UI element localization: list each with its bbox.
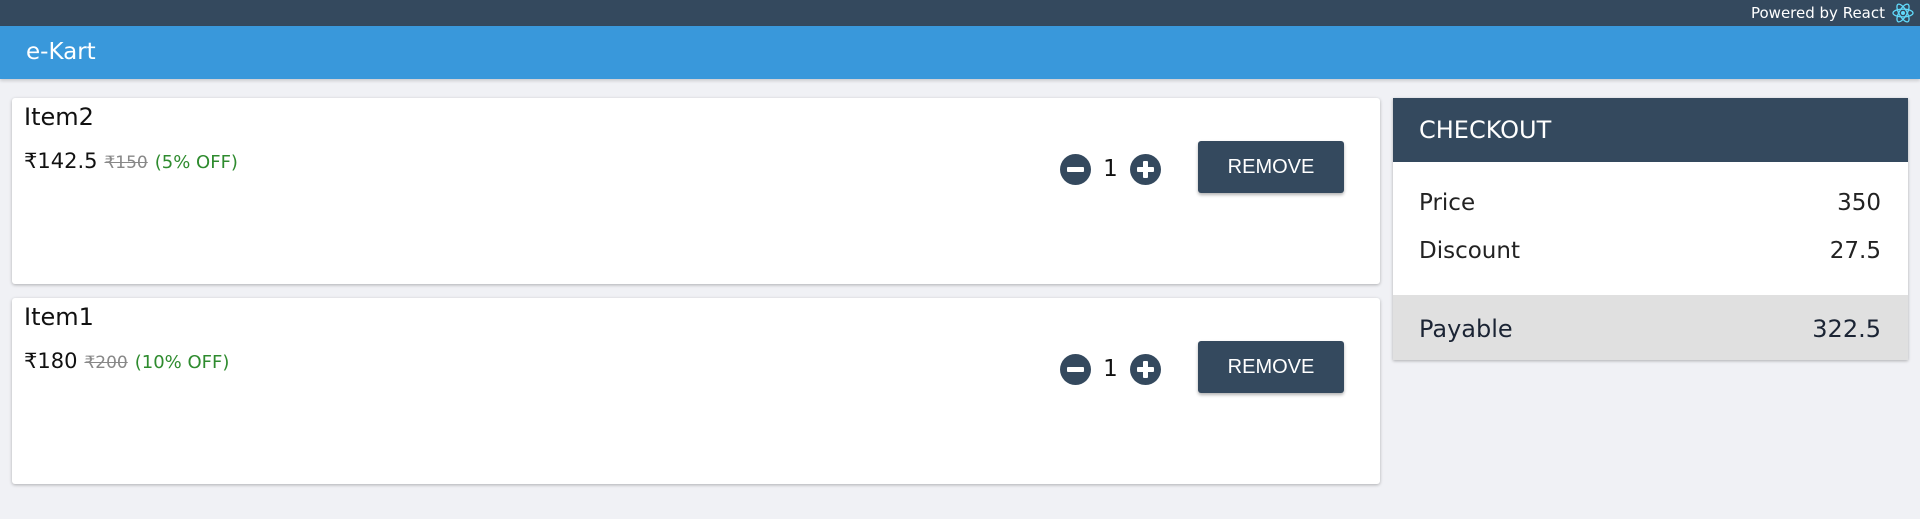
cart-item-card: Item2 ₹142.5 ₹150 (5% OFF) 1 REMOVE [12, 98, 1380, 284]
minus-icon [1067, 166, 1084, 172]
item-discount: (10% OFF) [134, 352, 230, 373]
minus-icon [1067, 366, 1084, 372]
item-discount: (5% OFF) [154, 152, 238, 173]
payable-section: Payable 322.5 [1393, 295, 1908, 360]
price-row: Price 350 [1419, 190, 1881, 216]
payable-label: Payable [1419, 315, 1513, 343]
remove-button[interactable]: REMOVE [1198, 341, 1344, 393]
quantity-stepper: 1 [1060, 153, 1161, 185]
powered-by: Powered by React [1751, 2, 1914, 24]
item-price: ₹142.5 [24, 149, 98, 173]
item-price: ₹180 [24, 349, 78, 373]
discount-label: Discount [1419, 238, 1520, 264]
app-header: e-Kart [0, 26, 1920, 79]
top-bar: Powered by React [0, 0, 1920, 26]
payable-row: Payable 322.5 [1419, 315, 1881, 343]
price-label: Price [1419, 190, 1476, 216]
react-icon [1892, 2, 1914, 24]
checkout-title: CHECKOUT [1393, 98, 1908, 162]
item-name: Item2 [24, 103, 94, 131]
price-value: 350 [1837, 190, 1881, 216]
decrease-quantity-button[interactable] [1060, 353, 1091, 385]
item-name: Item1 [24, 303, 94, 331]
brand-title[interactable]: e-Kart [26, 26, 96, 79]
quantity-stepper: 1 [1060, 353, 1161, 385]
price-line: ₹180 ₹200 (10% OFF) [24, 349, 229, 373]
increase-quantity-button[interactable] [1130, 353, 1161, 385]
item-original-price: ₹200 [84, 353, 128, 373]
quantity-value: 1 [1103, 156, 1118, 182]
cart-item-card: Item1 ₹180 ₹200 (10% OFF) 1 REMOVE [12, 298, 1380, 484]
checkout-panel: CHECKOUT Price 350 Discount 27.5 Payable… [1393, 98, 1908, 360]
decrease-quantity-button[interactable] [1060, 153, 1091, 185]
discount-value: 27.5 [1829, 238, 1881, 264]
payable-value: 322.5 [1812, 315, 1881, 343]
remove-button[interactable]: REMOVE [1198, 141, 1344, 193]
discount-row: Discount 27.5 [1419, 238, 1881, 264]
price-line: ₹142.5 ₹150 (5% OFF) [24, 149, 238, 173]
powered-by-text: Powered by React [1750, 4, 1885, 22]
item-original-price: ₹150 [104, 153, 148, 173]
increase-quantity-button[interactable] [1130, 153, 1161, 185]
quantity-value: 1 [1103, 356, 1118, 382]
